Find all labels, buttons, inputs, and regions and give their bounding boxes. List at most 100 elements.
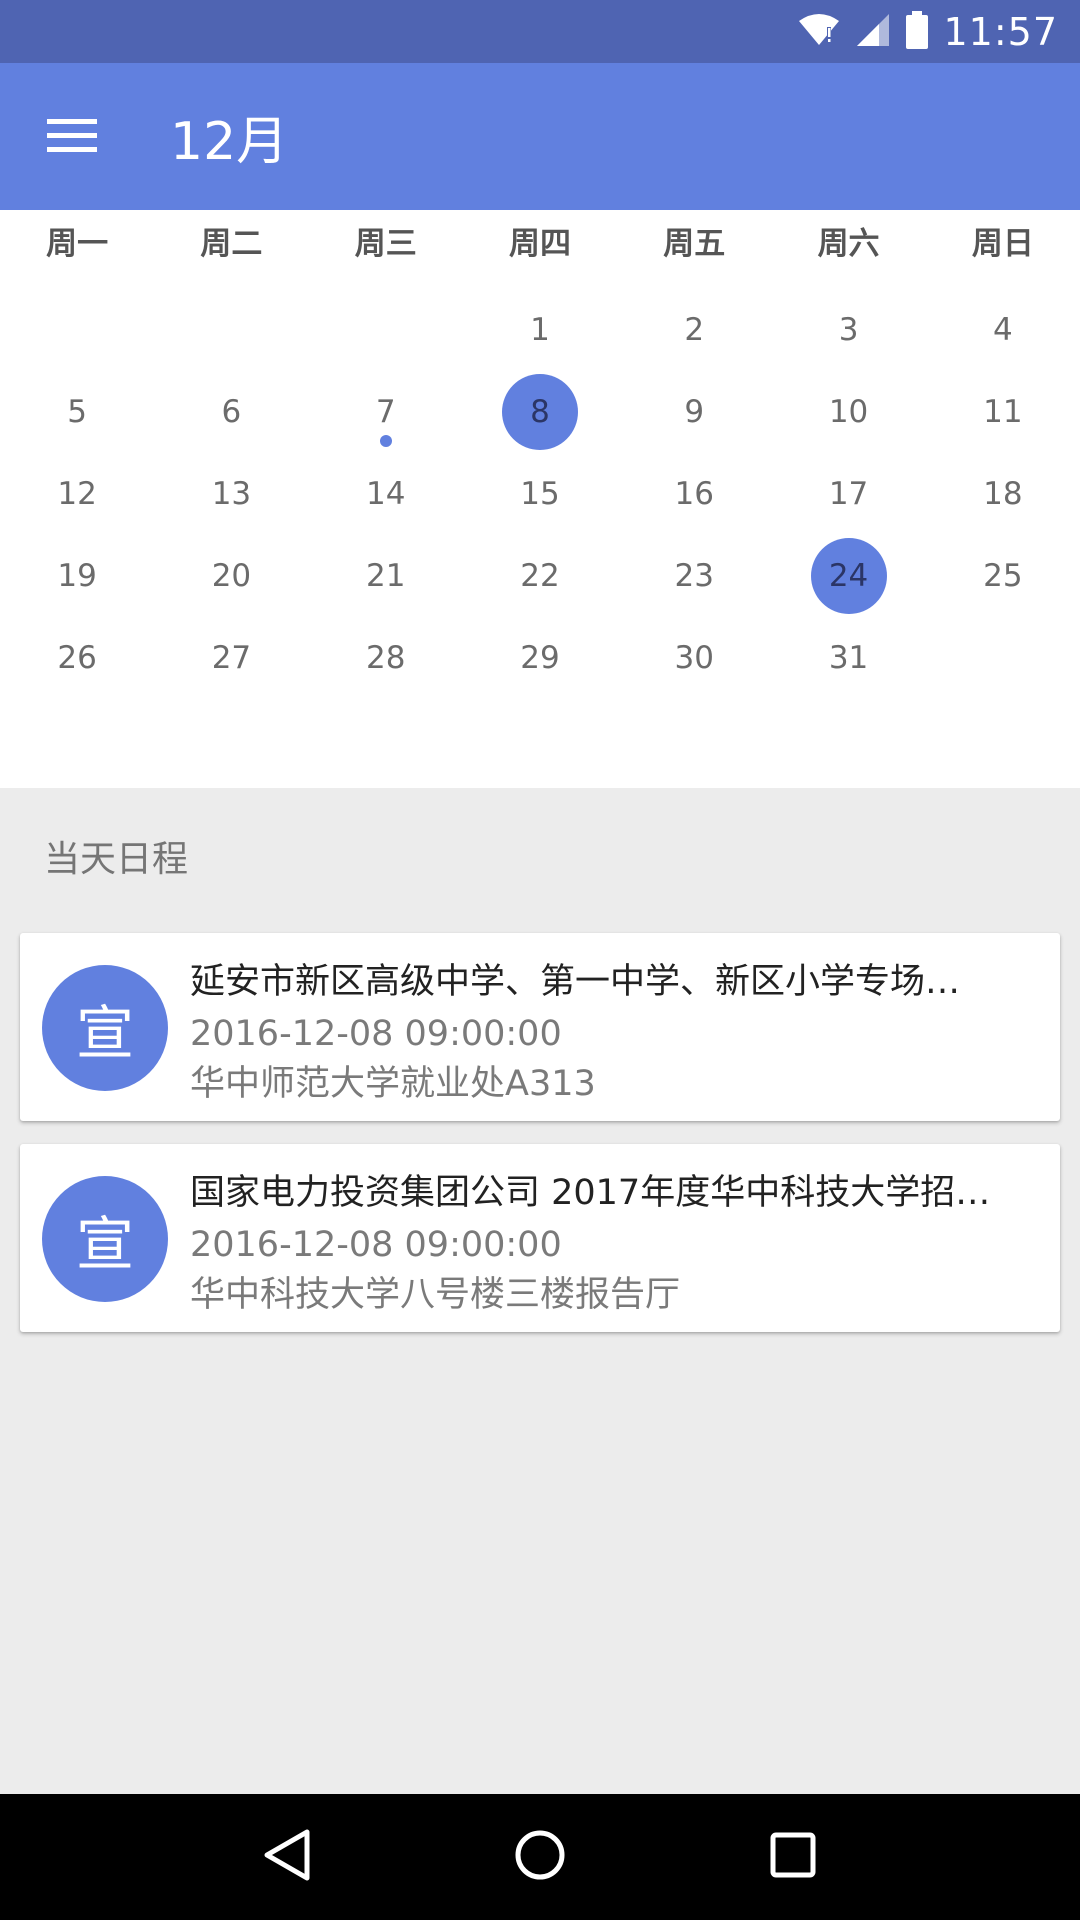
- event-avatar: 宣: [42, 965, 168, 1091]
- calendar-day-number: 4: [992, 312, 1013, 348]
- calendar-day-number: 9: [684, 394, 705, 430]
- calendar-day-number: 14: [365, 476, 406, 512]
- calendar-day-empty: [309, 289, 463, 371]
- weekday-header: 周一 周二 周三 周四 周五 周六 周日: [0, 210, 1080, 270]
- recents-button[interactable]: [745, 1809, 841, 1905]
- calendar-day-3[interactable]: 3: [771, 289, 925, 371]
- calendar-day-27[interactable]: 27: [154, 617, 308, 699]
- weekday-label: 周日: [971, 225, 1034, 262]
- calendar-day-number: 6: [221, 394, 242, 430]
- calendar-day-16[interactable]: 16: [617, 453, 771, 535]
- calendar-day-11[interactable]: 11: [926, 371, 1080, 453]
- event-details: 国家电力投资集团公司 2017年度华中科技大学招… 2016-12-08 09:…: [190, 1168, 1024, 1318]
- calendar-day-31[interactable]: 31: [771, 617, 925, 699]
- weekday-label: 周二: [200, 225, 263, 262]
- calendar-day-4[interactable]: 4: [926, 289, 1080, 371]
- event-indicator-dot: [379, 435, 392, 447]
- calendar-day-17[interactable]: 17: [771, 453, 925, 535]
- event-title: 延安市新区高级中学、第一中学、新区小学专场…: [190, 962, 961, 1002]
- calendar-day-number: 17: [828, 476, 869, 512]
- status-bar: 11:57: [0, 0, 1080, 63]
- calendar-day-8[interactable]: 8: [463, 371, 617, 453]
- calendar-day-21[interactable]: 21: [309, 535, 463, 617]
- calendar-day-28[interactable]: 28: [309, 617, 463, 699]
- calendar-day-15[interactable]: 15: [463, 453, 617, 535]
- calendar-day-number: 31: [828, 640, 869, 676]
- calendar-day-number: 18: [983, 476, 1023, 512]
- month-calendar: 周一 周二 周三 周四 周五 周六 周日 1 2 3 4 5 6 7 8 9 10 11 12 13 14…: [0, 210, 1080, 788]
- home-button[interactable]: [492, 1809, 588, 1905]
- wifi-icon: [797, 13, 841, 51]
- event-title: 国家电力投资集团公司 2017年度华中科技大学招…: [190, 1173, 991, 1213]
- calendar-day-2[interactable]: 2: [617, 289, 771, 371]
- status-time: 11:57: [943, 9, 1058, 54]
- event-location: 华中师范大学就业处A313: [190, 1064, 596, 1104]
- calendar-day-19[interactable]: 19: [0, 535, 154, 617]
- calendar-day-25[interactable]: 25: [926, 535, 1080, 617]
- calendar-day-number: 5: [67, 394, 87, 430]
- calendar-day-18[interactable]: 18: [926, 453, 1080, 535]
- calendar-day-number: 23: [674, 558, 714, 594]
- calendar-day-30[interactable]: 30: [617, 617, 771, 699]
- event-card[interactable]: 宣 国家电力投资集团公司 2017年度华中科技大学招… 2016-12-08 0…: [20, 1144, 1060, 1332]
- event-card[interactable]: 宣 延安市新区高级中学、第一中学、新区小学专场… 2016-12-08 09:0…: [20, 933, 1060, 1121]
- calendar-day-5[interactable]: 5: [0, 371, 154, 453]
- calendar-day-number: 27: [211, 640, 252, 676]
- event-datetime: 2016-12-08 09:00:00: [190, 1225, 562, 1265]
- calendar-day-number: 10: [828, 394, 869, 430]
- app-bar: 12月: [0, 63, 1080, 210]
- calendar-day-number: 12: [57, 476, 97, 512]
- calendar-day-number: 15: [520, 476, 560, 512]
- calendar-day-20[interactable]: 20: [154, 535, 308, 617]
- calendar-day-12[interactable]: 12: [0, 453, 154, 535]
- calendar-day-number: 29: [520, 640, 560, 676]
- weekday-label: 周三: [354, 225, 417, 262]
- calendar-day-1[interactable]: 1: [463, 289, 617, 371]
- status-icons: [797, 10, 929, 53]
- calendar-day-number: 22: [520, 558, 560, 594]
- home-icon: [514, 1829, 566, 1885]
- back-button[interactable]: [239, 1809, 335, 1905]
- calendar-day-number: 20: [211, 558, 252, 594]
- calendar-day-14[interactable]: 14: [309, 453, 463, 535]
- battery-icon: [905, 10, 929, 53]
- schedule-section-label: 当天日程: [44, 839, 189, 880]
- calendar-day-26[interactable]: 26: [0, 617, 154, 699]
- menu-icon: [47, 117, 97, 157]
- calendar-day-number: 25: [983, 558, 1023, 594]
- calendar-day-24[interactable]: 24: [771, 535, 925, 617]
- calendar-day-6[interactable]: 6: [154, 371, 308, 453]
- navigation-bar: [0, 1794, 1080, 1920]
- weekday-label: 周一: [46, 225, 109, 262]
- calendar-day-number: 3: [838, 312, 859, 348]
- weekday-label: 周四: [508, 225, 571, 262]
- calendar-day-13[interactable]: 13: [154, 453, 308, 535]
- page-title: 12月: [170, 112, 289, 172]
- cell-signal-icon: [855, 13, 891, 51]
- weekday-label: 周五: [663, 225, 726, 262]
- event-details: 延安市新区高级中学、第一中学、新区小学专场… 2016-12-08 09:00:…: [190, 957, 1024, 1107]
- recents-icon: [770, 1832, 816, 1882]
- weekday-label: 周六: [817, 225, 880, 262]
- calendar-day-number: 24: [810, 538, 887, 614]
- calendar-day-number: 19: [57, 558, 97, 594]
- calendar-day-number: 1: [530, 312, 550, 348]
- calendar-day-10[interactable]: 10: [771, 371, 925, 453]
- back-icon: [263, 1828, 311, 1886]
- calendar-day-empty: [0, 289, 154, 371]
- calendar-day-7[interactable]: 7: [309, 371, 463, 453]
- calendar-day-number: 13: [211, 476, 252, 512]
- calendar-day-9[interactable]: 9: [617, 371, 771, 453]
- calendar-day-number: 21: [365, 558, 406, 594]
- calendar-day-22[interactable]: 22: [463, 535, 617, 617]
- event-location: 华中科技大学八号楼三楼报告厅: [190, 1275, 681, 1315]
- calendar-day-23[interactable]: 23: [617, 535, 771, 617]
- menu-button[interactable]: [24, 89, 120, 185]
- calendar-day-number: 30: [674, 640, 714, 676]
- event-avatar: 宣: [42, 1176, 168, 1302]
- day-grid: 1 2 3 4 5 6 7 8 9 10 11 12 13 14 15 16 17 18 19 20 21 22 23 24 2…: [0, 289, 1080, 699]
- calendar-day-29[interactable]: 29: [463, 617, 617, 699]
- event-datetime: 2016-12-08 09:00:00: [190, 1014, 562, 1054]
- calendar-day-empty: [926, 617, 1080, 699]
- calendar-day-empty: [154, 289, 308, 371]
